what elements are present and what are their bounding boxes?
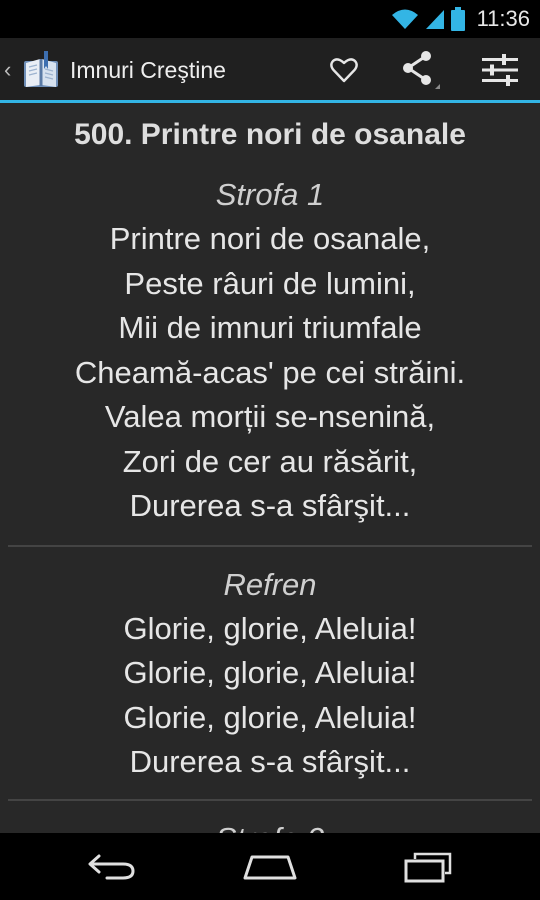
up-caret-icon: ‹ [4,57,12,82]
section-heading: Refren [223,566,317,602]
lyrics-line: Glorie, glorie, Aleluia! [123,610,417,646]
home-icon [243,855,297,879]
hymn-content[interactable]: 500. Printre nori de osanale Strofa 1 Pr… [0,103,540,833]
app-book-icon [24,51,58,87]
status-time: 11:36 [476,6,530,31]
favorite-button[interactable] [312,38,376,102]
signal-icon [425,10,444,29]
section-divider [8,544,532,547]
lyrics-line: Valea morții se-nsenină, [104,399,436,434]
section-refren: Refren Glorie, glorie, Aleluia! Glorie, … [0,565,540,785]
section-strofa-2: Strofa 2 [0,819,540,834]
recent-apps-icon [404,852,452,882]
lyrics-line: Glorie, glorie, Aleluia! [123,655,417,690]
lyrics-line: Glorie, glorie, Aleluia! [123,699,417,735]
home-button[interactable] [220,833,320,900]
lyrics-line: Cheamă-acas' pe cei străini. [74,354,466,390]
hymn-title: 500. Printre nori de osanale [74,118,466,151]
status-icons: 11:36 [391,4,530,34]
share-button[interactable] [388,38,452,102]
lyrics-line: Zori de cer au răsărit, [122,443,418,479]
back-icon [88,854,135,879]
home-up-button[interactable]: ‹ Imnuri Creştine [0,38,260,102]
battery-icon [450,7,465,31]
settings-button[interactable] [468,38,532,102]
share-icon [403,51,440,89]
lyrics-line: Peste râuri de lumini, [124,265,416,301]
lyrics-line: Durerea s-a sfârşit... [129,744,411,779]
lyrics-line: Mii de imnuri triumfale [118,310,422,345]
settings-sliders-icon [482,54,518,86]
section-divider [8,798,532,801]
lyrics-line: Durerea s-a sfârşit... [129,488,411,523]
recent-apps-button[interactable] [378,833,478,900]
section-heading: Strofa 2 [0,819,540,834]
app-title: Imnuri Creştine [70,56,226,83]
wifi-icon [391,9,418,29]
back-button[interactable] [62,833,162,900]
section-heading: Strofa 1 [215,177,325,212]
lyrics-line: Printre nori de osanale, [109,221,431,256]
heart-icon [330,58,358,83]
status-bar: 11:36 [0,0,540,38]
navigation-bar [0,833,540,900]
section-strofa-1: Strofa 1 Printre nori de osanale, Peste … [0,175,540,529]
